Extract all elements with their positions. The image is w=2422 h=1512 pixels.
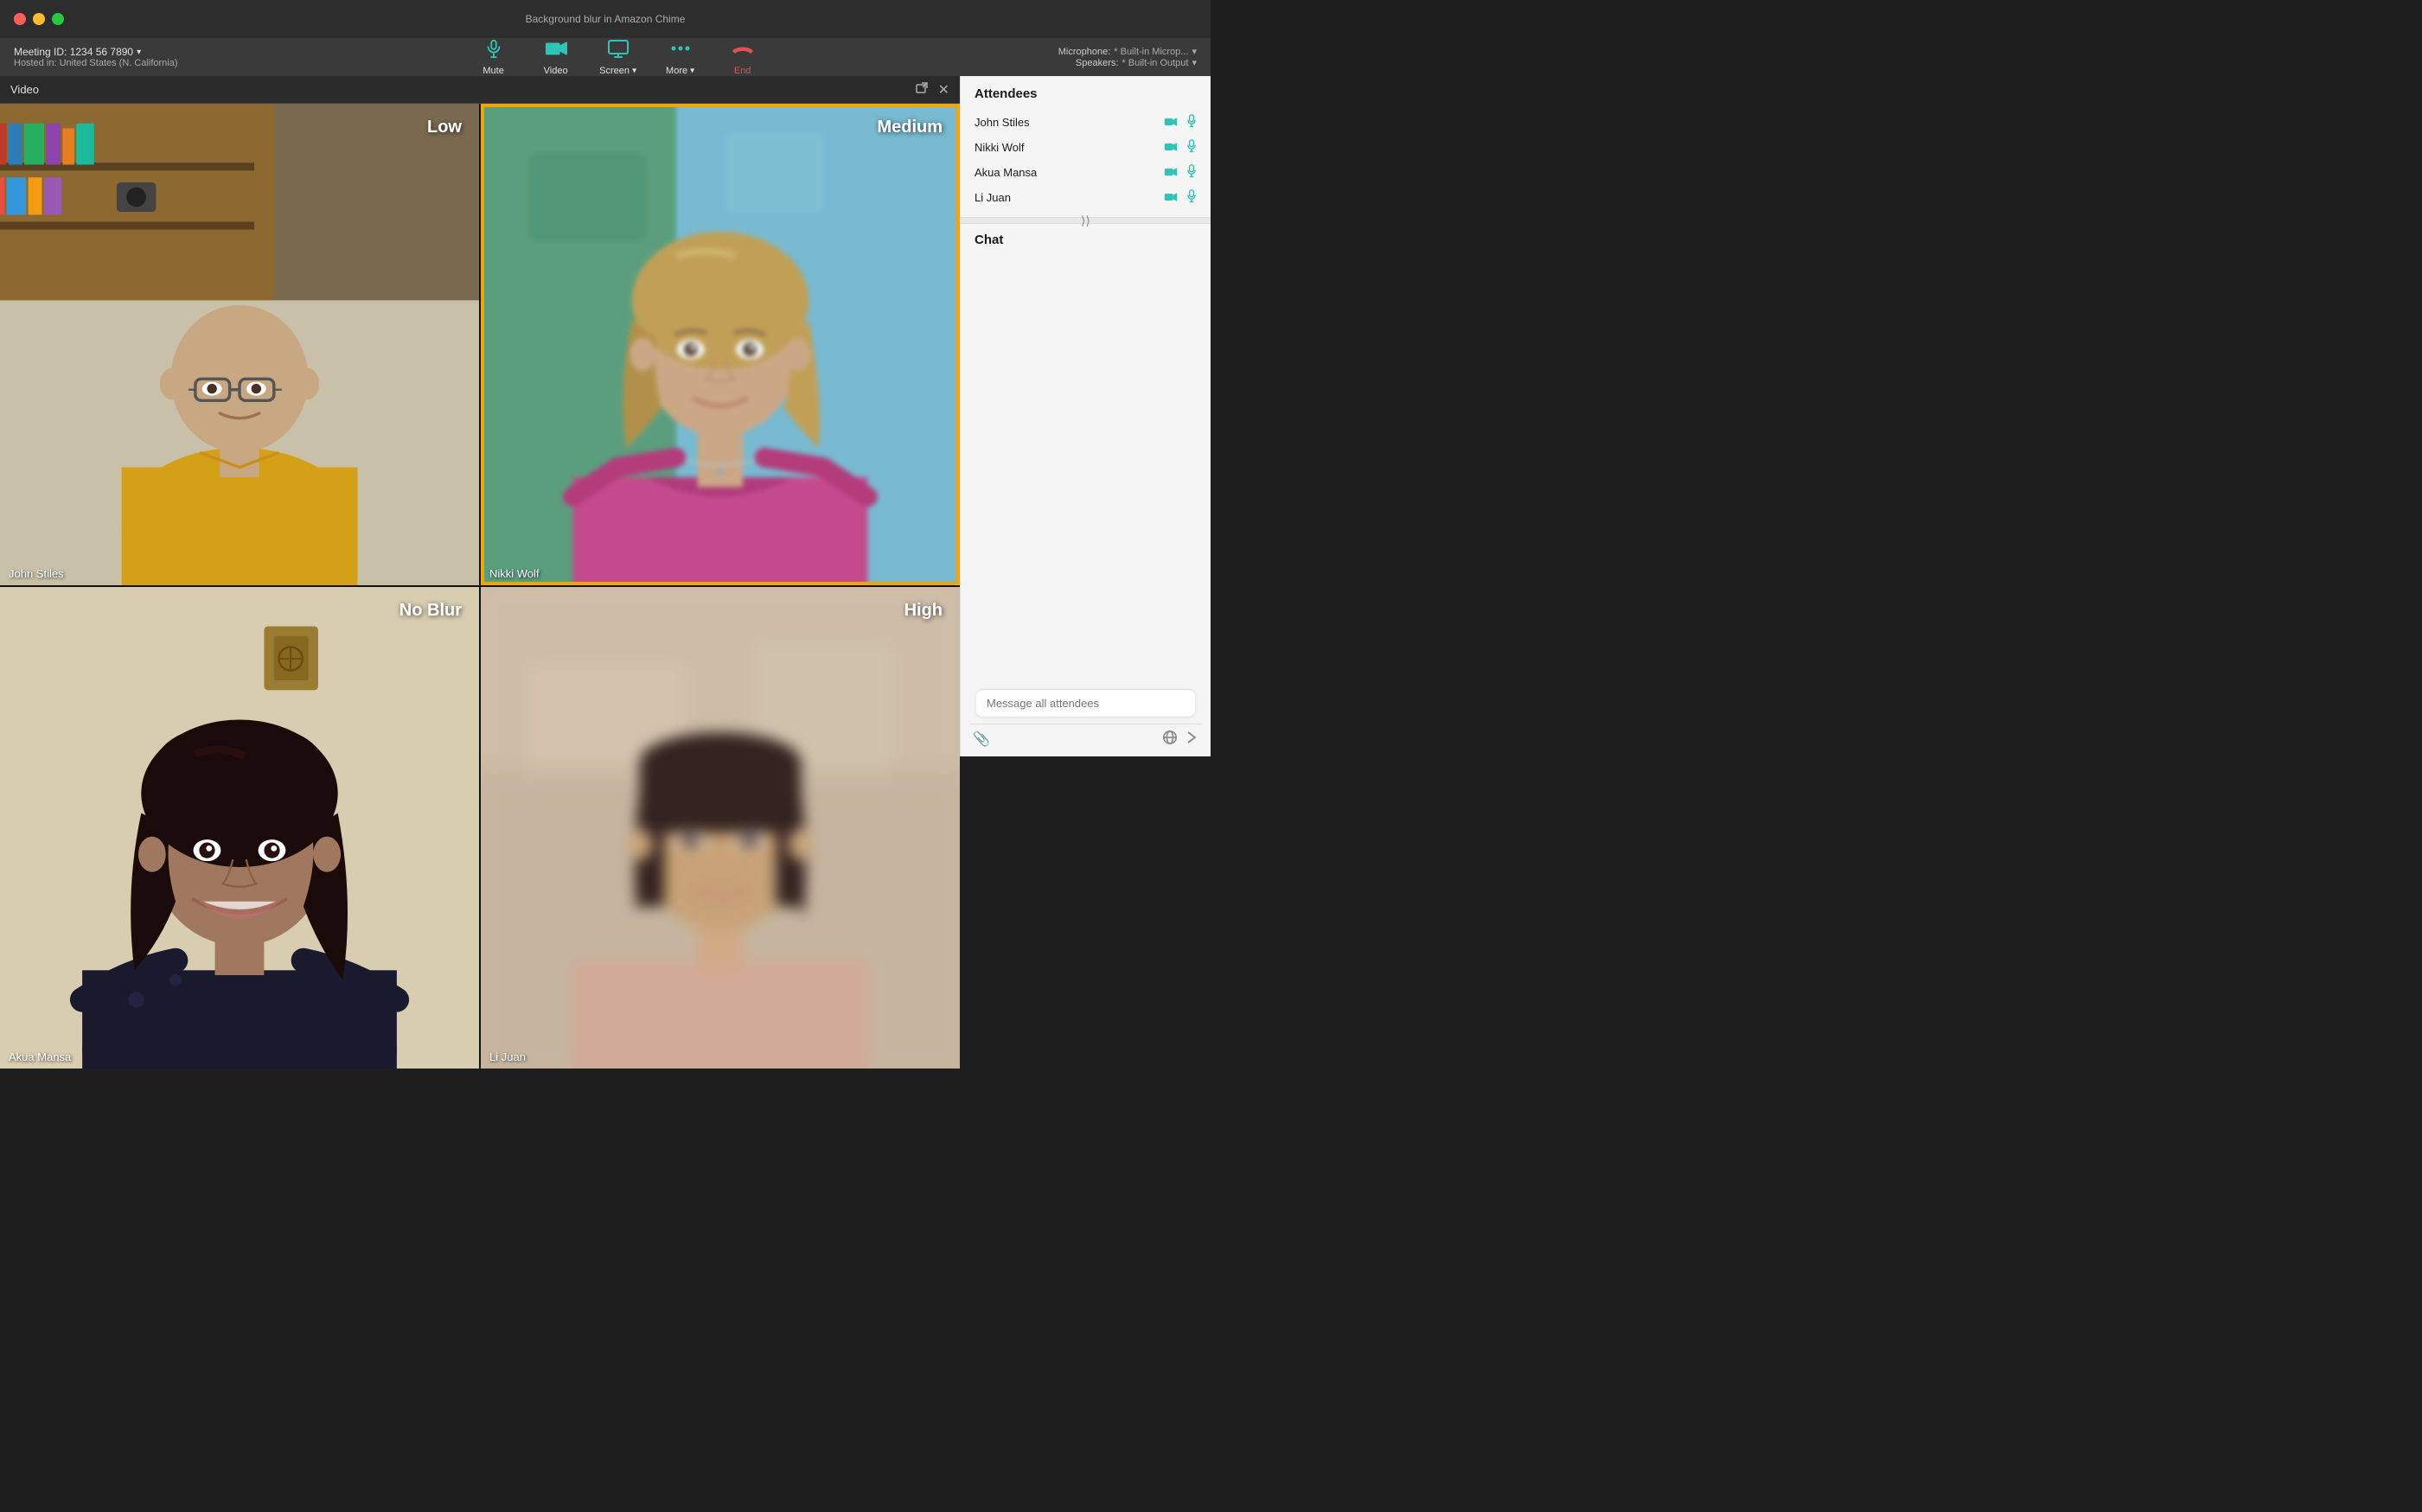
participant-name-john: John Stiles (0, 562, 73, 585)
popout-icon[interactable] (916, 82, 928, 97)
attendee-name-john: John Stiles (975, 116, 1164, 129)
more-dots-icon (670, 39, 691, 63)
attendee-mic-icon-nikki[interactable] (1186, 139, 1197, 156)
speaker-label: Speakers: (1076, 58, 1119, 68)
attachment-icon[interactable]: 📎 (973, 730, 990, 748)
attendee-row: Akua Mansa (975, 160, 1197, 185)
participant-name-nikki: Nikki Wolf (481, 562, 548, 585)
globe-icon[interactable] (1162, 730, 1178, 748)
speaker-value: * Built-in Output (1122, 58, 1188, 68)
microphone-icon (484, 39, 503, 63)
meeting-id[interactable]: Meeting ID: 1234 56 7890 ▾ (14, 46, 178, 58)
device-info: Microphone: * Built-in Microp... ▾ Speak… (1058, 46, 1197, 68)
attendee-video-icon-john[interactable] (1164, 116, 1178, 130)
attendee-row: Li Juan (975, 185, 1197, 210)
video-icon (545, 39, 567, 63)
video-cell-john-stiles: Low John Stiles (0, 104, 479, 585)
end-button[interactable]: End (722, 39, 764, 76)
participant-name-lijuan: Li Juan (481, 1045, 534, 1069)
attendee-video-icon-nikki[interactable] (1164, 141, 1178, 155)
end-call-icon (731, 39, 755, 63)
panel-divider[interactable]: ⟩⟩ (961, 217, 1211, 224)
chat-section: Chat 📎 (961, 224, 1211, 756)
meeting-hosted: Hosted in: United States (N. California) (14, 58, 178, 68)
mute-button[interactable]: Mute (473, 39, 514, 76)
meeting-bar: Meeting ID: 1234 56 7890 ▾ Hosted in: Un… (0, 38, 1211, 76)
chat-toolbar: 📎 (969, 724, 1202, 750)
attendee-row: Nikki Wolf (975, 135, 1197, 160)
attendees-title: Attendees (975, 86, 1197, 101)
screen-button[interactable]: Screen ▾ (598, 39, 639, 76)
microphone-label: Microphone: (1058, 47, 1111, 57)
chat-messages (961, 254, 1211, 675)
traffic-lights (14, 13, 64, 25)
microphone-chevron-icon[interactable]: ▾ (1192, 46, 1197, 57)
attendee-row: John Stiles (975, 110, 1197, 135)
video-panel-title: Video (10, 83, 39, 96)
video-button[interactable]: Video (535, 39, 577, 76)
video-cell-nikki-wolf: Medium Nikki Wolf (481, 104, 960, 585)
blur-label-lijuan: High (904, 601, 943, 621)
attendee-name-lijuan: Li Juan (975, 191, 1164, 204)
attendee-mic-icon-john[interactable] (1186, 114, 1197, 131)
attendee-video-icon-akua[interactable] (1164, 166, 1178, 180)
more-chevron-icon: ▾ (690, 66, 694, 75)
attendee-name-akua: Akua Mansa (975, 166, 1164, 179)
participant-name-akua: Akua Mansa (0, 1045, 80, 1069)
attendees-section: Attendees John Stiles (961, 76, 1211, 217)
main-area: Video ✕ (0, 76, 1211, 756)
chat-input-container: 📎 (961, 675, 1211, 756)
blur-label-john: Low (427, 118, 462, 137)
meeting-info: Meeting ID: 1234 56 7890 ▾ Hosted in: Un… (14, 46, 178, 68)
toolbar: Mute Video Screen ▾ (473, 39, 764, 76)
more-button[interactable]: More ▾ (660, 39, 701, 76)
video-section: Video ✕ (0, 76, 960, 756)
video-cell-akua-mansa: No Blur Akua Mansa (0, 587, 479, 1069)
speaker-chevron-icon[interactable]: ▾ (1192, 57, 1197, 68)
title-bar: Background blur in Amazon Chime (0, 0, 1211, 38)
maximize-button[interactable] (52, 13, 64, 25)
send-chevron-icon[interactable] (1185, 730, 1198, 747)
attendee-name-nikki: Nikki Wolf (975, 141, 1164, 154)
video-cell-li-juan: High Li Juan (481, 587, 960, 1069)
video-header: Video ✕ (0, 76, 960, 104)
attendee-video-icon-lijuan[interactable] (1164, 191, 1178, 205)
chat-input-box (976, 689, 1195, 717)
chevron-down-icon: ▾ (137, 48, 141, 57)
microphone-value: * Built-in Microp... (1114, 47, 1188, 57)
video-grid: Low John Stiles (0, 104, 960, 1069)
blur-label-akua: No Blur (399, 601, 462, 621)
close-button[interactable] (14, 13, 26, 25)
attendee-mic-icon-akua[interactable] (1186, 164, 1197, 181)
screen-chevron-icon: ▾ (632, 66, 636, 75)
attendee-mic-icon-lijuan[interactable] (1186, 189, 1197, 206)
screen-icon (608, 39, 629, 63)
minimize-button[interactable] (33, 13, 45, 25)
close-video-icon[interactable]: ✕ (938, 81, 949, 99)
chat-input-field[interactable] (987, 697, 1185, 710)
chat-title: Chat (961, 224, 1211, 254)
blur-label-nikki: Medium (877, 118, 943, 137)
window-title: Background blur in Amazon Chime (526, 13, 686, 25)
sidebar: Attendees John Stiles (960, 76, 1211, 756)
